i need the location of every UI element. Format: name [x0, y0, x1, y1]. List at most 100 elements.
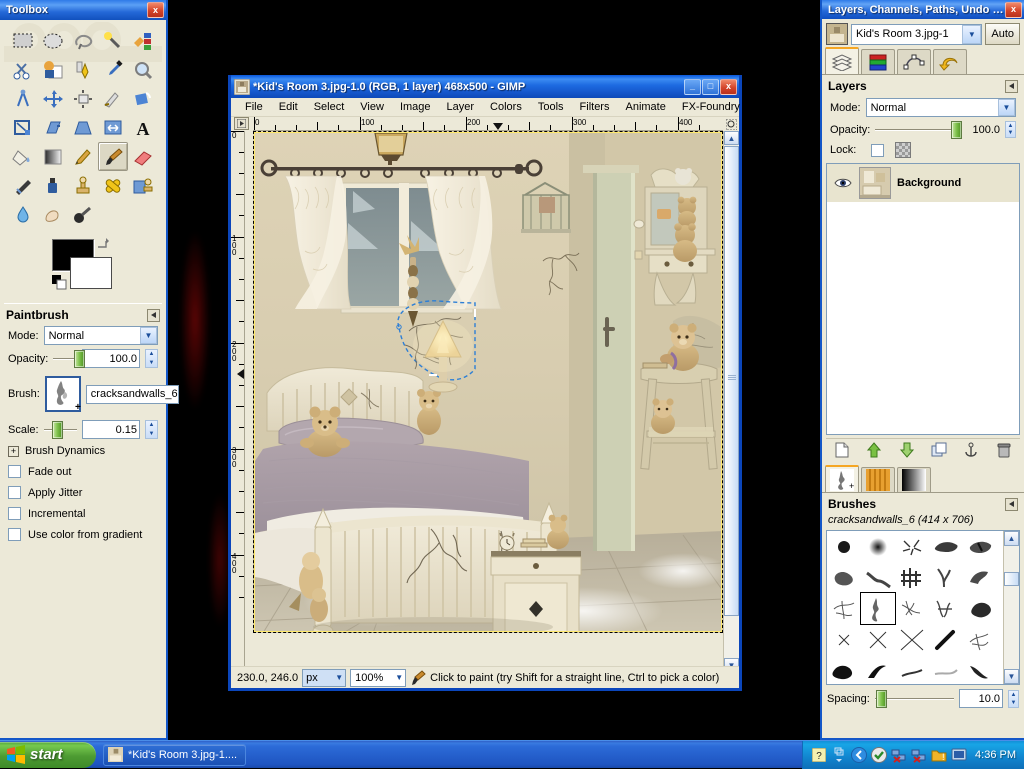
airbrush-tool[interactable]	[8, 171, 38, 200]
brush-cell[interactable]	[963, 624, 997, 655]
menu-view[interactable]: View	[352, 99, 392, 115]
tab-channels[interactable]	[861, 49, 895, 74]
layer-opacity-slider[interactable]	[875, 120, 962, 139]
layer-list[interactable]: Background	[826, 163, 1020, 435]
brush-cell[interactable]	[929, 624, 963, 655]
brush-cell[interactable]	[861, 531, 895, 562]
select-by-color-tool[interactable]	[128, 26, 158, 55]
tab-layers[interactable]	[825, 47, 859, 74]
brush-cell[interactable]	[895, 562, 929, 593]
raise-layer-button[interactable]	[863, 440, 885, 459]
brush-cell[interactable]	[827, 593, 861, 624]
pencil-tool[interactable]	[68, 142, 98, 171]
brush-cell[interactable]	[929, 655, 963, 684]
menu-file[interactable]: File	[237, 99, 271, 115]
chevron-down-icon-layer-mode[interactable]: ▼	[998, 99, 1015, 116]
stepper-up-icon-3[interactable]: ▲	[1006, 122, 1015, 130]
brush-grid-scrollbar[interactable]: ▲ ▼	[1003, 531, 1019, 684]
layer-mode-select[interactable]: Normal ▼	[865, 98, 1016, 117]
opacity-slider-knob[interactable]	[74, 349, 86, 368]
chevron-down-icon-dock[interactable]: ▼	[962, 24, 982, 44]
menu-shortcut-button[interactable]	[234, 117, 249, 130]
chevron-down-icon[interactable]: ▼	[140, 327, 157, 344]
image-window-titlebar[interactable]: *Kid's Room 3.jpg-1.0 (RGB, 1 layer) 468…	[231, 75, 739, 98]
free-select-tool[interactable]	[68, 26, 98, 55]
scale-value-field[interactable]: 0.15	[82, 420, 140, 439]
fade-out-checkbox[interactable]	[8, 465, 21, 478]
brush-cell[interactable]	[963, 562, 997, 593]
menu-tools[interactable]: Tools	[530, 99, 572, 115]
brush-cell[interactable]	[895, 593, 929, 624]
lock-alpha-checkbox[interactable]	[871, 143, 885, 157]
brush-cell[interactable]	[895, 655, 929, 684]
anchor-layer-button[interactable]	[960, 440, 982, 459]
zoom-tool[interactable]	[128, 55, 158, 84]
scale-stepper[interactable]: ▲ ▼	[145, 420, 158, 439]
brush-cell-selected[interactable]	[860, 592, 896, 625]
menu-fx-foundry[interactable]: FX-Foundry	[674, 99, 748, 115]
stepper-up-icon-2[interactable]: ▲	[146, 421, 157, 430]
opacity-stepper[interactable]: ▲ ▼	[145, 349, 158, 368]
scissors-select-tool[interactable]	[8, 55, 38, 84]
duplicate-layer-button[interactable]	[928, 440, 950, 459]
tab-gradients[interactable]	[897, 467, 931, 492]
paths-tool[interactable]	[68, 55, 98, 84]
taskbar-item-gimp[interactable]: *Kid's Room 3.jpg-1....	[103, 743, 247, 766]
alignment-tool[interactable]	[68, 84, 98, 113]
tab-brushes[interactable]: +	[825, 465, 859, 492]
spacing-stepper[interactable]: ▲ ▼	[1008, 689, 1019, 708]
brush-cell[interactable]	[895, 624, 929, 655]
brushes-menu-button[interactable]	[1005, 497, 1018, 511]
brush-cell[interactable]	[827, 531, 861, 562]
stepper-up-icon[interactable]: ▲	[146, 350, 157, 359]
dodge-burn-tool[interactable]	[68, 200, 98, 229]
menu-colors[interactable]: Colors	[482, 99, 530, 115]
move-tool[interactable]	[38, 84, 68, 113]
help-note-icon[interactable]: ?	[811, 747, 827, 763]
swap-colors-icon[interactable]	[96, 237, 110, 251]
toolbox-titlebar[interactable]: Toolbox x	[0, 0, 166, 20]
stepper-down-icon-4[interactable]: ▼	[1009, 699, 1018, 707]
brush-scroll-up-icon[interactable]: ▲	[1004, 531, 1019, 546]
zoom-select[interactable]: 100% ▼	[350, 668, 407, 687]
brush-cell[interactable]	[861, 624, 895, 655]
image-window-close-button[interactable]: x	[720, 78, 737, 95]
menu-filters[interactable]: Filters	[572, 99, 618, 115]
stepper-down-icon-2[interactable]: ▼	[146, 430, 157, 439]
maximize-button[interactable]: □	[702, 78, 719, 95]
brush-grid[interactable]: ▲ ▼	[826, 530, 1020, 685]
layer-opacity-stepper[interactable]: ▲ ▼	[1005, 121, 1016, 138]
dock-close-button[interactable]: x	[1005, 1, 1022, 18]
brush-scroll-down-icon[interactable]: ▼	[1004, 669, 1019, 684]
brush-cell[interactable]	[929, 562, 963, 593]
brush-cell[interactable]	[963, 593, 997, 624]
chevron-stack-icon[interactable]	[831, 747, 847, 763]
spacing-value-field[interactable]: 10.0	[959, 689, 1003, 708]
brush-cell[interactable]	[861, 655, 895, 684]
incremental-checkbox[interactable]	[8, 507, 21, 520]
brush-cell[interactable]	[963, 655, 997, 684]
brush-cell[interactable]	[895, 531, 929, 562]
menu-animate[interactable]: Animate	[617, 99, 673, 115]
tab-patterns[interactable]	[861, 467, 895, 492]
clone-tool[interactable]	[68, 171, 98, 200]
perspective-clone-tool[interactable]	[128, 171, 158, 200]
apply-jitter-row[interactable]: Apply Jitter	[0, 482, 166, 503]
vertical-scrollbar[interactable]: ▲ ▼	[723, 131, 739, 672]
brush-dynamics-expander[interactable]: + Brush Dynamics	[0, 441, 166, 461]
brush-scroll-thumb[interactable]	[1004, 572, 1019, 586]
chevron-down-icon-zoom[interactable]: ▼	[395, 673, 403, 682]
menu-script-fu[interactable]: Scrip	[748, 99, 789, 115]
menu-layer[interactable]: Layer	[439, 99, 483, 115]
paintbrush-tool[interactable]	[98, 142, 128, 171]
tool-options-menu-button[interactable]	[147, 308, 160, 322]
apply-jitter-checkbox[interactable]	[8, 486, 21, 499]
scale-tool[interactable]	[8, 113, 38, 142]
shear-tool[interactable]	[38, 113, 68, 142]
vertical-ruler[interactable]: 0 100 200 300 400	[231, 131, 245, 672]
blur-sharpen-tool[interactable]	[8, 200, 38, 229]
unit-select[interactable]: px ▼	[302, 668, 347, 687]
text-tool[interactable]: A	[128, 113, 158, 142]
fade-out-row[interactable]: Fade out	[0, 461, 166, 482]
spacing-slider[interactable]	[874, 689, 954, 708]
